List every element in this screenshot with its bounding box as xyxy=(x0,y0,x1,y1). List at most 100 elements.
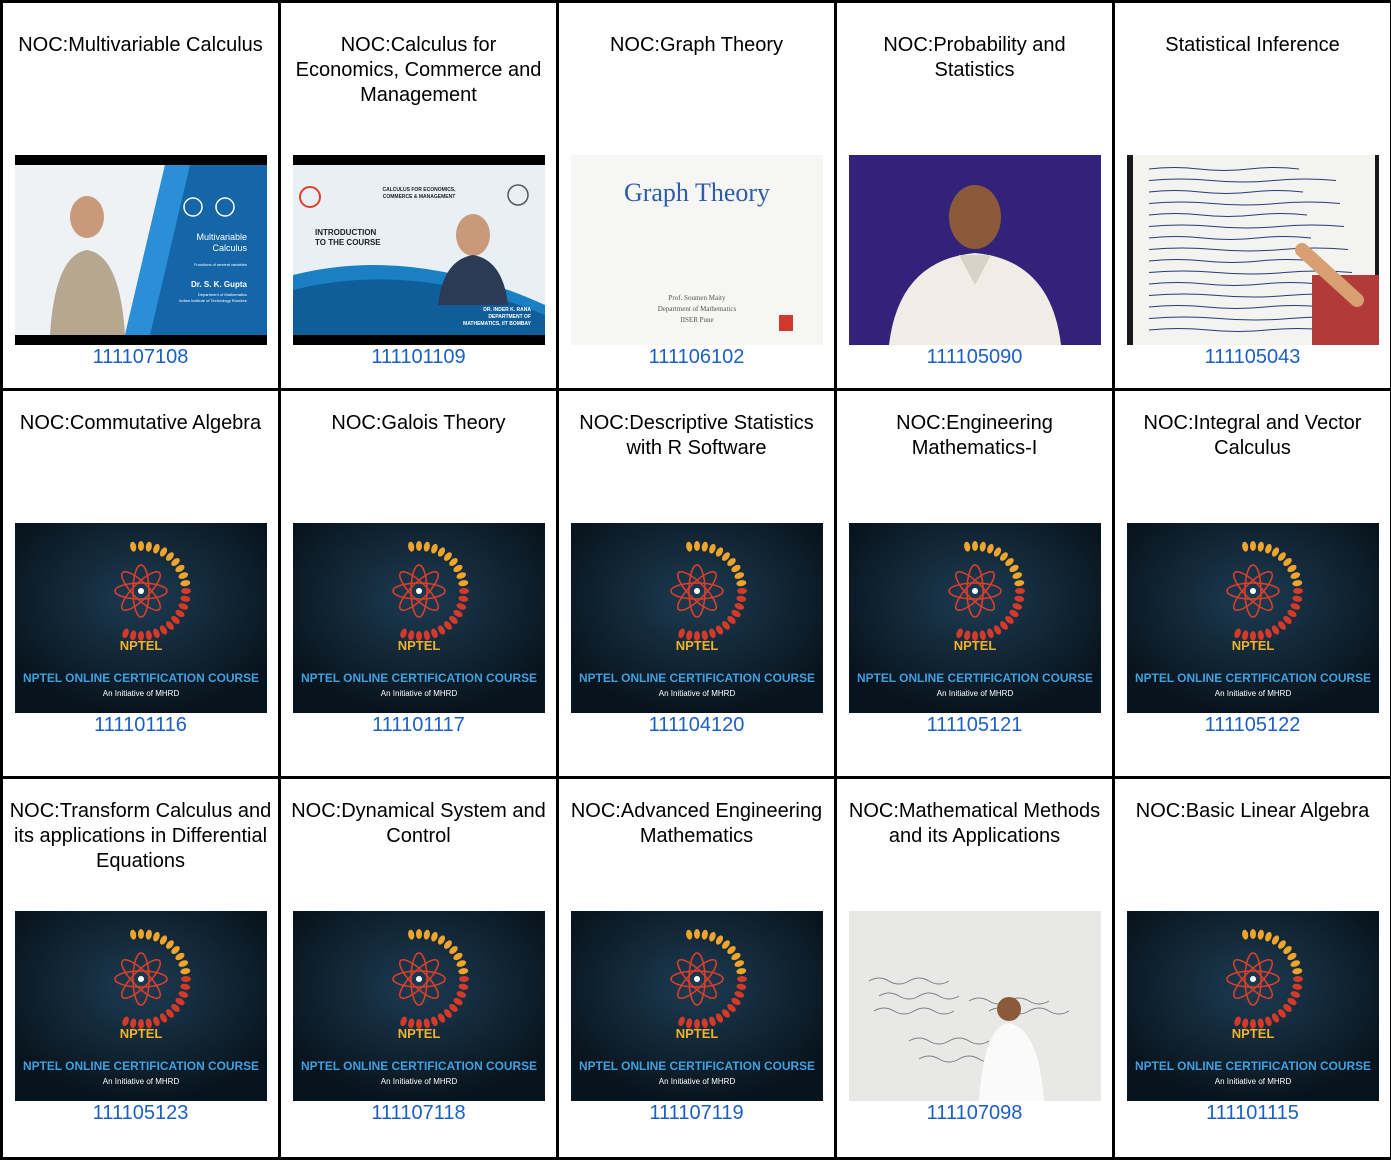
course-cell: NOC:Commutative Algebra NPTELNPTEL ONLINE… xyxy=(2,390,280,778)
course-title: NOC:Engineering Mathematics-I xyxy=(837,391,1112,501)
course-title: NOC:Mathematical Methods and its Applica… xyxy=(837,779,1112,889)
slide-intro: INTRODUCTION xyxy=(315,228,377,237)
course-thumbnail[interactable]: NPTELNPTEL ONLINE CERTIFICATION COURSEAn… xyxy=(293,523,545,713)
course-cell: NOC:Multivariable CalculusMultivariableC… xyxy=(2,2,280,390)
course-title: NOC:Commutative Algebra xyxy=(3,391,278,501)
nptel-logo-text: NPTEL xyxy=(675,638,718,653)
course-thumbnail[interactable]: NPTELNPTEL ONLINE CERTIFICATION COURSEAn… xyxy=(1127,523,1379,713)
nptel-logo-text: NPTEL xyxy=(953,638,996,653)
thumbnail-image: NPTELNPTEL ONLINE CERTIFICATION COURSEAn… xyxy=(15,523,267,713)
nptel-logo-text: NPTEL xyxy=(119,1026,162,1041)
course-thumbnail[interactable]: NPTELNPTEL ONLINE CERTIFICATION COURSEAn… xyxy=(15,523,267,713)
slide-presenter: Prof. Soumen Maity xyxy=(668,294,725,302)
nptel-course-line: NPTEL ONLINE CERTIFICATION COURSE xyxy=(1135,1059,1371,1073)
course-title: NOC:Advanced Engineering Mathematics xyxy=(559,779,834,889)
thumbnail-image: NPTEL NPTEL ONLINE CERTIFICATION COURSE An… xyxy=(571,523,823,713)
course-title: NOC:Galois Theory xyxy=(281,391,556,501)
course-thumbnail[interactable] xyxy=(849,155,1101,345)
course-id-link[interactable]: 111101117 xyxy=(372,713,465,737)
course-cell: NOC:Integral and Vector CalculusNPTELNPT… xyxy=(1114,390,1391,778)
course-id-link[interactable]: 111101115 xyxy=(1206,1101,1299,1125)
slide-institute: Indian Institute of Technology Roorkee xyxy=(179,298,248,303)
slide-course-line: COMMERCE & MANAGEMENT xyxy=(382,194,455,200)
course-thumbnail[interactable] xyxy=(849,911,1101,1101)
course-cell: NOC:Probability and Statistics 111105090 xyxy=(836,2,1114,390)
course-thumbnail[interactable]: NPTEL NPTEL ONLINE CERTIFICATION COURSE An… xyxy=(571,911,823,1101)
course-thumbnail[interactable]: NPTELNPTEL ONLINE CERTIFICATION COURSEAn… xyxy=(1127,911,1379,1101)
course-cell: NOC:Transform Calculus and its applicati… xyxy=(2,778,280,1159)
course-cell: NOC:Descriptive Statistics with R Softwa… xyxy=(558,390,836,778)
nptel-initiative-line: An Initiative of MHRD xyxy=(1214,1077,1291,1086)
thumbnail-image: MultivariableCalculusFunctions of severa… xyxy=(15,155,267,345)
course-id-link[interactable]: 111105122 xyxy=(1205,713,1301,737)
course-title: NOC:Dynamical System and Control xyxy=(281,779,556,889)
thumbnail-image xyxy=(1127,155,1379,345)
course-cell: NOC:Galois Theory NPTEL NPTEL ONLINE CERTI… xyxy=(280,390,558,778)
slide-dept: Department of Mathematics xyxy=(197,292,246,297)
course-thumbnail[interactable]: NPTEL NPTEL ONLINE CERTIFICATION COURSE An… xyxy=(849,523,1101,713)
nptel-initiative-line: An Initiative of MHRD xyxy=(102,689,179,698)
course-row: NOC:Transform Calculus and its applicati… xyxy=(2,778,1391,1159)
course-thumbnail[interactable]: MultivariableCalculusFunctions of severa… xyxy=(15,155,267,345)
slide-intro: TO THE COURSE xyxy=(315,238,381,247)
nptel-course-line: NPTEL ONLINE CERTIFICATION COURSE xyxy=(23,1059,259,1073)
course-id-link[interactable]: 111105121 xyxy=(927,713,1023,737)
course-id-link[interactable]: 111107118 xyxy=(371,1101,465,1125)
course-id-link[interactable]: 111106102 xyxy=(649,345,745,369)
nptel-course-line: NPTEL ONLINE CERTIFICATION COURSE xyxy=(301,671,537,685)
nptel-initiative-line: An Initiative of MHRD xyxy=(102,1077,179,1086)
course-id-link[interactable]: 111105090 xyxy=(927,345,1023,369)
course-thumbnail[interactable] xyxy=(1127,155,1379,345)
nptel-initiative-line: An Initiative of MHRD xyxy=(936,689,1013,698)
nptel-initiative-line: An Initiative of MHRD xyxy=(658,689,735,698)
course-row: NOC:Multivariable CalculusMultivariableC… xyxy=(2,2,1391,390)
course-title: NOC:Probability and Statistics xyxy=(837,3,1112,113)
slide-presenter: DR. INDER K. RANA xyxy=(483,307,531,313)
nptel-logo-text: NPTEL xyxy=(397,1026,440,1041)
slide-dept: MATHEMATICS, IIT BOMBAY xyxy=(463,321,532,327)
thumbnail-image: NPTEL NPTEL ONLINE CERTIFICATION COURSE An… xyxy=(15,911,267,1101)
course-grid: NOC:Multivariable CalculusMultivariableC… xyxy=(0,0,1391,1160)
nptel-logo-text: NPTEL xyxy=(1231,638,1274,653)
slide-course-line: CALCULUS FOR ECONOMICS, xyxy=(382,187,456,193)
course-title: NOC:Transform Calculus and its applicati… xyxy=(3,779,278,889)
nptel-logo-text: NPTEL xyxy=(675,1026,718,1041)
slide-title: Graph Theory xyxy=(623,178,769,207)
thumbnail-image xyxy=(849,911,1101,1101)
course-title: Statistical Inference xyxy=(1115,3,1390,113)
course-id-link[interactable]: 111101109 xyxy=(371,345,465,369)
course-id-link[interactable]: 111101116 xyxy=(94,713,187,737)
thumbnail-image: NPTELNPTEL ONLINE CERTIFICATION COURSEAn… xyxy=(293,911,545,1101)
course-id-link[interactable]: 111104120 xyxy=(649,713,745,737)
thumbnail-image: NPTEL NPTEL ONLINE CERTIFICATION COURSE An… xyxy=(849,523,1101,713)
nptel-course-line: NPTEL ONLINE CERTIFICATION COURSE xyxy=(857,671,1093,685)
course-id-link[interactable]: 111105123 xyxy=(93,1101,189,1125)
course-id-link[interactable]: 111107098 xyxy=(927,1101,1023,1125)
course-title: NOC:Graph Theory xyxy=(559,3,834,113)
course-id-link[interactable]: 111105043 xyxy=(1205,345,1301,369)
course-cell: NOC:Dynamical System and Control NPTELNPT… xyxy=(280,778,558,1159)
course-thumbnail[interactable]: Graph Theory Prof. Soumen Maity Department… xyxy=(571,155,823,345)
course-id-link[interactable]: 111107108 xyxy=(93,345,189,369)
slide-title-line: Multivariable xyxy=(196,232,247,242)
course-thumbnail[interactable]: NPTELNPTEL ONLINE CERTIFICATION COURSEAn… xyxy=(293,911,545,1101)
course-thumbnail[interactable]: NPTEL NPTEL ONLINE CERTIFICATION COURSE An… xyxy=(571,523,823,713)
slide-presenter: Dr. S. K. Gupta xyxy=(190,280,247,289)
slide-dept: Department of Mathematics xyxy=(657,305,736,313)
course-cell: NOC:Calculus for Economics, Commerce and… xyxy=(280,2,558,390)
course-cell: NOC:Basic Linear AlgebraNPTELNPTEL ONLIN… xyxy=(1114,778,1391,1159)
nptel-logo-text: NPTEL xyxy=(397,638,440,653)
thumbnail-image: NPTEL NPTEL ONLINE CERTIFICATION COURSE An… xyxy=(571,911,823,1101)
nptel-course-line: NPTEL ONLINE CERTIFICATION COURSE xyxy=(23,671,259,685)
thumbnail-image: Graph Theory Prof. Soumen Maity Department… xyxy=(571,155,823,345)
course-cell: Statistical Inference 111105043 xyxy=(1114,2,1391,390)
course-thumbnail[interactable]: NPTEL NPTEL ONLINE CERTIFICATION COURSE An… xyxy=(15,911,267,1101)
course-thumbnail[interactable]: CALCULUS FOR ECONOMICS,COMMERCE & MANAGE… xyxy=(293,155,545,345)
course-title: NOC:Descriptive Statistics with R Softwa… xyxy=(559,391,834,501)
slide-title-line: Calculus xyxy=(212,243,247,253)
nptel-course-line: NPTEL ONLINE CERTIFICATION COURSE xyxy=(579,671,815,685)
thumbnail-image: CALCULUS FOR ECONOMICS,COMMERCE & MANAGE… xyxy=(293,155,545,345)
nptel-course-line: NPTEL ONLINE CERTIFICATION COURSE xyxy=(579,1059,815,1073)
nptel-initiative-line: An Initiative of MHRD xyxy=(658,1077,735,1086)
course-id-link[interactable]: 111107119 xyxy=(649,1101,743,1125)
